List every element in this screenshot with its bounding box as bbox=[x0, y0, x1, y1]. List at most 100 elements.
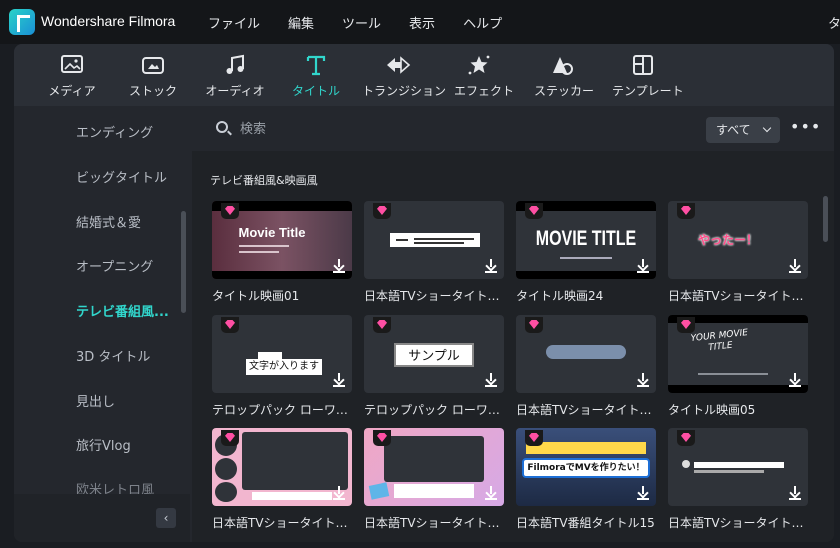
tab-stock[interactable]: ストック bbox=[128, 54, 178, 104]
download-icon[interactable] bbox=[788, 259, 802, 273]
sidebar-item-wedding[interactable]: 結婚式＆愛 bbox=[76, 212, 141, 231]
menu-edit[interactable]: 編集 bbox=[288, 13, 314, 32]
title-thumbnail bbox=[364, 428, 504, 506]
download-icon[interactable] bbox=[636, 259, 650, 273]
title-card[interactable]: やったー！ 日本語TVショータイトル04 bbox=[668, 201, 808, 304]
menu-view[interactable]: 表示 bbox=[409, 13, 435, 32]
premium-gem-icon bbox=[221, 203, 239, 219]
section-title: テレビ番組風&映画風 bbox=[210, 174, 318, 187]
card-label: 日本語TV番組タイトル15 bbox=[516, 516, 655, 530]
thumb-text: YOUR MOVIE TITLE bbox=[690, 328, 749, 354]
tab-templates[interactable]: テンプレート bbox=[612, 54, 684, 104]
title-thumbnail bbox=[212, 428, 352, 506]
menu-file[interactable]: ファイル bbox=[208, 13, 260, 32]
library-panel: メディア ストック オーディオ タイトル トランジション エフェクト ステッカー bbox=[14, 44, 834, 542]
search-input[interactable] bbox=[240, 118, 640, 140]
tab-effects[interactable]: エフェクト bbox=[454, 54, 514, 104]
title-thumbnail bbox=[364, 201, 504, 279]
title-thumbnail: MOVIE TITLE bbox=[516, 201, 656, 279]
menu-bar: ファイル 編集 ツール 表示 ヘルプ bbox=[208, 13, 530, 32]
title-thumbnail: 文字が入ります bbox=[212, 315, 352, 393]
download-icon[interactable] bbox=[484, 259, 498, 273]
card-label: 日本語TVショータイトル12 bbox=[212, 516, 352, 530]
thumb-text: やったー！ bbox=[697, 233, 758, 247]
filmora-logo-icon bbox=[9, 9, 35, 35]
menu-truncated[interactable]: タ bbox=[828, 13, 840, 32]
title-card[interactable]: FilmoraでMVを作りたい！ 日本語TV番組タイトル15 bbox=[516, 428, 656, 531]
menu-help[interactable]: ヘルプ bbox=[463, 13, 502, 32]
premium-gem-icon bbox=[677, 430, 695, 446]
download-icon[interactable] bbox=[788, 486, 802, 500]
title-card[interactable]: 日本語TVショータイトル02 bbox=[668, 428, 808, 531]
chevron-down-icon bbox=[762, 123, 772, 133]
title-library: すべて ••• テレビ番組風&映画風 Movie Title タイトル映画01 bbox=[192, 106, 834, 542]
thumb-text: MOVIE TITLE bbox=[535, 228, 637, 251]
sidebar-item-headline[interactable]: 見出し bbox=[76, 391, 115, 410]
sticker-icon bbox=[553, 57, 573, 75]
title-card[interactable]: 日本語TVショータイトル09 bbox=[364, 201, 504, 304]
content-scrollbar[interactable] bbox=[823, 196, 828, 242]
title-card[interactable]: サンプル テロップパック ローワーサー... bbox=[364, 315, 504, 418]
app-name: Wondershare Filmora bbox=[41, 13, 176, 29]
premium-gem-icon bbox=[373, 203, 391, 219]
search-bar: すべて ••• bbox=[192, 106, 834, 151]
chevron-left-icon: ‹ bbox=[163, 511, 169, 525]
sidebar-scrollbar[interactable] bbox=[181, 211, 186, 313]
media-icon bbox=[61, 55, 83, 73]
sidebar-item-big-title[interactable]: ビッグタイトル bbox=[76, 167, 167, 186]
title-card[interactable]: Movie Title タイトル映画01 bbox=[212, 201, 352, 304]
card-label: 日本語TVショータイトル09 bbox=[364, 289, 504, 303]
sidebar-item-travel-vlog[interactable]: 旅行Vlog bbox=[76, 435, 131, 454]
card-label: テロップパック ローワーサー... bbox=[212, 403, 352, 417]
download-icon[interactable] bbox=[484, 486, 498, 500]
title-card[interactable]: MOVIE TITLE タイトル映画24 bbox=[516, 201, 656, 304]
premium-gem-icon bbox=[677, 203, 695, 219]
title-thumbnail: YOUR MOVIE TITLE bbox=[668, 315, 808, 393]
sidebar-item-3d-title[interactable]: 3D タイトル bbox=[76, 346, 150, 365]
thumb-text: Movie Title bbox=[238, 225, 306, 240]
sidebar-item-tv-show[interactable]: テレビ番組風... bbox=[76, 301, 169, 320]
title-bar: Wondershare Filmora ファイル 編集 ツール 表示 ヘルプ タ bbox=[0, 0, 840, 44]
card-label: 日本語TVショータイトル02 bbox=[668, 516, 808, 530]
title-icon bbox=[306, 55, 326, 76]
title-card[interactable]: YOUR MOVIE TITLE タイトル映画05 bbox=[668, 315, 808, 418]
filter-dropdown[interactable]: すべて bbox=[706, 117, 780, 143]
title-card[interactable]: 日本語TVショータイトル12 bbox=[212, 428, 352, 531]
card-label: タイトル映画05 bbox=[668, 403, 756, 417]
title-thumbnail: FilmoraでMVを作りたい！ bbox=[516, 428, 656, 506]
collapse-sidebar-button[interactable]: ‹ bbox=[156, 508, 176, 528]
card-label: タイトル映画01 bbox=[212, 289, 300, 303]
tab-titles[interactable]: タイトル bbox=[291, 54, 341, 104]
premium-gem-icon bbox=[373, 317, 391, 333]
premium-gem-icon bbox=[221, 430, 239, 446]
download-icon[interactable] bbox=[332, 373, 346, 387]
thumb-text: FilmoraでMVを作りたい！ bbox=[522, 458, 650, 478]
more-options-button[interactable]: ••• bbox=[790, 118, 820, 140]
download-icon[interactable] bbox=[636, 373, 650, 387]
download-icon[interactable] bbox=[788, 373, 802, 387]
sidebar-item-opening[interactable]: オープニング bbox=[76, 256, 153, 275]
menu-tools[interactable]: ツール bbox=[342, 13, 381, 32]
tab-audio[interactable]: オーディオ bbox=[204, 54, 266, 104]
title-card[interactable]: 日本語TVショータイトル11 bbox=[364, 428, 504, 531]
sidebar-item-ending[interactable]: エンディング bbox=[76, 122, 153, 141]
card-label: タイトル映画24 bbox=[516, 289, 604, 303]
transition-icon bbox=[387, 56, 411, 74]
sidebar-footer: ‹ bbox=[14, 494, 190, 542]
download-icon[interactable] bbox=[636, 486, 650, 500]
title-thumbnail: サンプル bbox=[364, 315, 504, 393]
tab-media[interactable]: メディア bbox=[48, 54, 96, 104]
premium-gem-icon bbox=[525, 430, 543, 446]
thumb-text: 文字が入ります bbox=[246, 359, 322, 375]
download-icon[interactable] bbox=[332, 259, 346, 273]
title-card[interactable]: 日本語TVショータイトル05 bbox=[516, 315, 656, 418]
category-sidebar: エンディング ビッグタイトル 結婚式＆愛 オープニング テレビ番組風... 3D… bbox=[14, 106, 190, 542]
title-thumbnail: Movie Title bbox=[212, 201, 352, 279]
download-icon[interactable] bbox=[332, 486, 346, 500]
premium-gem-icon bbox=[373, 430, 391, 446]
tab-stickers[interactable]: ステッカー bbox=[534, 54, 594, 104]
tab-transitions[interactable]: トランジション bbox=[362, 54, 446, 104]
download-icon[interactable] bbox=[484, 373, 498, 387]
premium-gem-icon bbox=[677, 317, 695, 333]
title-card[interactable]: 文字が入ります テロップパック ローワーサー... bbox=[212, 315, 352, 418]
